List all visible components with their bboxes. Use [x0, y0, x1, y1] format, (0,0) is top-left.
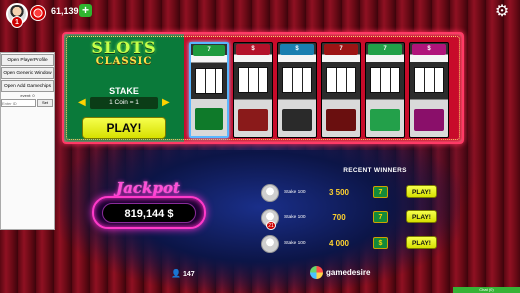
recent-winners-title: RECENT WINNERS [343, 167, 407, 174]
winner-stake: Stake 100 [284, 241, 306, 246]
winner-game-icon: 7 [373, 186, 388, 198]
machine-sign: $ [280, 44, 314, 55]
winner-avatar[interactable] [261, 235, 279, 253]
gamedesire-logo: gamedesire [310, 266, 378, 280]
winner-play-button[interactable]: PLAY! [406, 236, 437, 249]
winner-stake: Stake 100 [284, 215, 306, 220]
jackpot-value: 819,144 $ [102, 203, 196, 223]
open-add-gamechips-button[interactable]: Open Add Gamechips [1, 80, 54, 92]
winner-avatar[interactable] [261, 184, 279, 202]
machine-reels [370, 67, 400, 93]
winner-row: 21 Stake 100 700 7 PLAY! [258, 209, 440, 230]
players-count: 147 [183, 271, 195, 278]
stake-prev-icon[interactable]: ◀ [78, 97, 86, 109]
stake-title: STAKE [109, 86, 139, 96]
debug-id-input[interactable] [1, 99, 36, 107]
slot-machine-1[interactable]: 7 [189, 42, 229, 138]
gamedesire-logo-text: gamedesire [326, 268, 371, 277]
winner-play-button[interactable]: PLAY! [406, 185, 437, 198]
slot-machine-4[interactable]: 7 [321, 42, 361, 138]
machine-sign: 7 [324, 44, 358, 55]
coins-balance: 61,139 [51, 6, 79, 16]
machine-sign: 7 [193, 45, 225, 56]
machine-base [326, 109, 356, 131]
stake-value: 1 Coin = 1 [90, 97, 158, 109]
winner-game-icon: $ [373, 237, 388, 249]
winner-amount: 3 500 [328, 188, 350, 197]
machine-sign: $ [412, 44, 446, 55]
chip-icon [30, 5, 46, 21]
machine-base [414, 109, 444, 131]
jackpot-title: Jackpot [116, 179, 180, 197]
machine-sign: 7 [368, 44, 402, 55]
machine-reels [414, 67, 444, 93]
machine-base [238, 109, 268, 131]
machine-base [370, 109, 400, 131]
machine-reels [195, 68, 223, 94]
slots-classic-panel: SLOTS CLASSIC STAKE ◀ 1 Coin = 1 ▶ PLAY!… [62, 32, 464, 144]
winner-amount: 700 [332, 213, 346, 222]
gear-icon[interactable]: ⚙ [493, 3, 511, 21]
chat-tab[interactable]: Chat (0) [453, 287, 520, 293]
jackpot-display: Jackpot 819,144 $ [88, 179, 210, 234]
level-badge: 1 [11, 16, 23, 28]
slot-machine-3[interactable]: $ [277, 42, 317, 138]
winner-amount: 4 000 [328, 239, 350, 248]
slot-machine-5[interactable]: 7 [365, 42, 405, 138]
open-player-profile-button[interactable]: Open PlayerProfile [1, 54, 54, 66]
stake-next-icon[interactable]: ▶ [162, 97, 170, 109]
debug-event-label: event: 0 [20, 93, 35, 98]
debug-panel: Open PlayerProfile Open Generic Window O… [0, 52, 55, 230]
winner-row: Stake 100 3 500 7 PLAY! [258, 184, 440, 202]
slot-machine-6[interactable]: $ [409, 42, 449, 138]
play-button[interactable]: PLAY! [82, 117, 166, 139]
machine-base [195, 108, 223, 130]
machine-reels [326, 67, 356, 93]
winner-stake: Stake 100 [284, 190, 306, 195]
debug-set-button[interactable]: Set [37, 99, 53, 107]
players-icon: 👤 [171, 269, 181, 278]
machine-sign: $ [236, 44, 270, 55]
machine-base [282, 109, 312, 131]
machine-reels [282, 67, 312, 93]
add-coins-button[interactable]: + [79, 4, 92, 17]
gamedesire-logo-icon [310, 266, 323, 279]
game-info-column: SLOTS CLASSIC STAKE ◀ 1 Coin = 1 ▶ PLAY! [64, 34, 184, 146]
winner-play-button[interactable]: PLAY! [406, 210, 437, 223]
winner-game-icon: 7 [373, 211, 388, 223]
slots-logo: SLOTS [91, 38, 157, 57]
winner-row: Stake 100 4 000 $ PLAY! [258, 235, 440, 253]
slot-machine-2[interactable]: $ [233, 42, 273, 138]
winner-level-badge: 21 [266, 221, 276, 230]
machine-reels [238, 67, 268, 93]
open-generic-window-button[interactable]: Open Generic Window [1, 67, 54, 79]
stake-selector: ◀ 1 Coin = 1 ▶ [78, 97, 170, 109]
classic-logo: CLASSIC [95, 56, 153, 67]
